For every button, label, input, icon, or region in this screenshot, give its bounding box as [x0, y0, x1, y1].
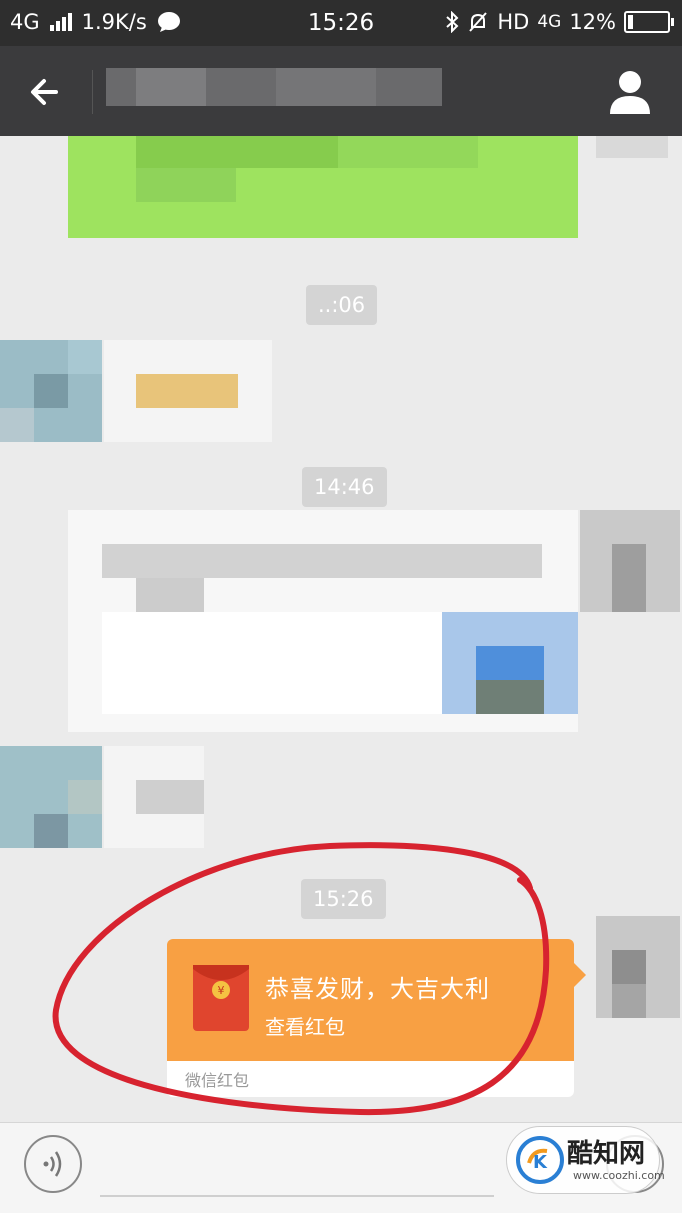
message-input[interactable] [100, 1195, 494, 1197]
pixel-block [136, 780, 204, 814]
pixel-block [136, 374, 238, 408]
battery-percent: 12% [569, 10, 616, 34]
watermark-name: 酷知网 [567, 1139, 646, 1169]
voice-icon[interactable] [24, 1135, 82, 1193]
timestamp: 14:46 [302, 467, 387, 507]
mute-bell-icon [469, 12, 488, 32]
bluetooth-icon [446, 11, 459, 33]
pixel-block [612, 544, 646, 612]
red-envelope-icon: ¥ [193, 965, 249, 1031]
pixel-block [34, 814, 68, 848]
avatar-pixelated [580, 510, 680, 612]
pixel-block [612, 950, 646, 984]
timestamp: ..:06 [306, 285, 378, 325]
pixel-block [68, 340, 102, 374]
chat-title-pixelated [106, 68, 442, 106]
bubble-tail [574, 963, 586, 987]
arrow-left-icon[interactable] [22, 68, 70, 116]
status-right: HD 4G 12% [445, 10, 674, 34]
pixel-block [136, 578, 204, 612]
voice-waves-icon [43, 1151, 62, 1177]
coozhi-logo-icon: K [516, 1136, 564, 1184]
battery-icon [624, 11, 674, 33]
title-divider [92, 70, 93, 114]
received-message-pixelated [104, 340, 272, 442]
svg-text:K: K [533, 1152, 548, 1173]
pixel-block [102, 612, 442, 714]
hd-label: HD [497, 10, 530, 34]
person-icon[interactable] [608, 68, 652, 114]
chat-title-bar [0, 46, 682, 136]
received-message-pixelated [104, 746, 204, 848]
pixel-block [0, 408, 34, 442]
pixel-block [34, 374, 68, 408]
watermark-url: www.coozhi.com [573, 1169, 665, 1182]
svg-text:¥: ¥ [218, 984, 225, 997]
status-bar: 4G 1.9K/s 15:26 HD 4G 12% [0, 0, 682, 46]
pixel-block [476, 680, 544, 714]
red-packet-message[interactable]: ¥ 恭喜发财，大吉大利 查看红包 微信红包 [167, 939, 586, 1097]
pixel-block [102, 544, 542, 578]
avatar-pixelated [0, 340, 102, 442]
red-packet-footer: 微信红包 [185, 1071, 250, 1090]
avatar-pixelated [0, 746, 102, 848]
watermark: K 酷知网 www.coozhi.com [506, 1126, 665, 1194]
pixel-block [136, 168, 236, 202]
network-type-right: 4G [537, 12, 562, 32]
pixel-block [68, 780, 102, 814]
red-packet-action: 查看红包 [265, 1015, 345, 1039]
timestamp: 15:26 [301, 879, 386, 919]
avatar-pixelated [596, 136, 668, 158]
battery-fill [628, 15, 633, 29]
pixel-block [612, 984, 646, 1018]
received-message-pixelated [68, 510, 578, 732]
pixel-block [476, 646, 544, 680]
red-packet-title: 恭喜发财，大吉大利 [265, 975, 490, 1003]
pixel-block [338, 136, 478, 168]
avatar-pixelated [596, 916, 680, 1018]
sent-message-pixelated [68, 136, 578, 238]
